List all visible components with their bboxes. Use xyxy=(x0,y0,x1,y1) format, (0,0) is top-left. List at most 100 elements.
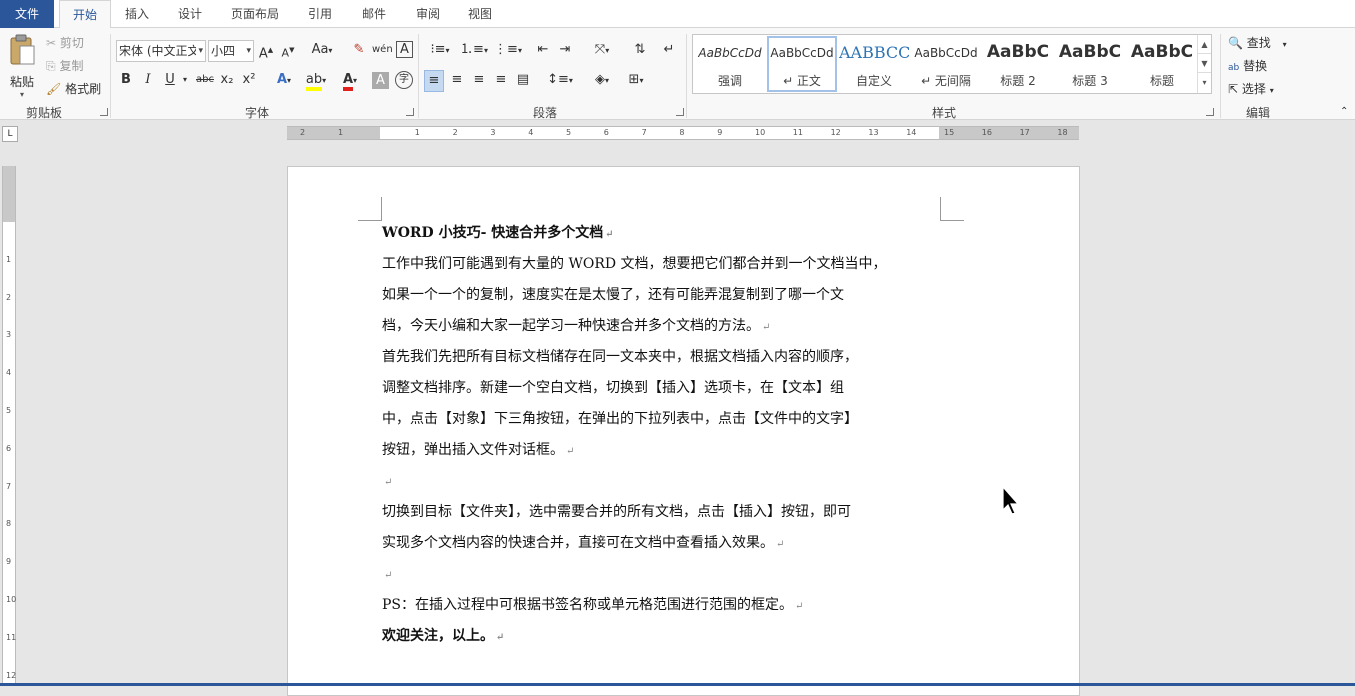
bold-button[interactable]: B xyxy=(118,70,134,92)
document-page[interactable]: WORD 小技巧- 快速合并多个文档 ↵ 工作中我们可能遇到有大量的 WORD 文… xyxy=(287,166,1080,696)
ruler-number: 5 xyxy=(566,128,572,137)
highlight-button[interactable]: ab▾ xyxy=(302,70,330,92)
paste-label: 粘贴 xyxy=(9,75,34,89)
document-line: 欢迎关注，以上。 ↵ xyxy=(382,628,505,644)
tab-view[interactable]: 视图 xyxy=(460,0,500,28)
chevron-down-icon: ▾ xyxy=(196,41,203,61)
document-line: 如果一个一个的复制，速度实在是太慢了，还有可能弄混复制到了哪一个文 xyxy=(382,287,844,303)
justify-button[interactable]: ≡ xyxy=(492,70,510,92)
style-normal[interactable]: AaBbCcDd ↵ 正文 xyxy=(767,36,837,92)
tab-file[interactable]: 文件 xyxy=(0,0,54,28)
enclose-char-icon[interactable]: 字 xyxy=(395,71,413,89)
paragraph-mark-icon: ↵ xyxy=(762,322,771,333)
char-border-icon[interactable]: A xyxy=(396,41,413,58)
increase-indent-icon[interactable]: ⇥ xyxy=(556,40,574,62)
replace-button[interactable]: ab 替换 xyxy=(1228,57,1267,74)
superscript-button[interactable]: x² xyxy=(240,70,258,92)
ruler-number: 10 xyxy=(755,128,766,137)
select-button[interactable]: ⇱ 选择 ▾ xyxy=(1228,80,1274,97)
clear-format-icon[interactable]: ✎ xyxy=(350,40,368,62)
ruler-number: 8 xyxy=(6,519,12,529)
italic-button[interactable]: I xyxy=(140,70,156,92)
tab-design[interactable]: 设计 xyxy=(170,0,210,28)
chevron-up-icon[interactable]: ▲ xyxy=(1198,35,1211,54)
shrink-font-button[interactable]: A▼ xyxy=(280,40,296,62)
separator xyxy=(1220,34,1221,118)
chevron-down-icon: ▾ xyxy=(1282,40,1287,49)
font-name-value: 宋体 (中文正文 xyxy=(119,44,200,58)
strikethrough-button[interactable]: abc xyxy=(194,70,216,92)
style-heading-3[interactable]: AaBbC 标题 3 xyxy=(1055,36,1125,92)
style-name: 标题 2 xyxy=(1000,74,1036,88)
align-center-button[interactable]: ≡ xyxy=(448,70,466,92)
paragraph-mark-icon: ↵ xyxy=(605,229,614,240)
separator xyxy=(418,34,419,118)
expand-icon[interactable]: ▾ xyxy=(1198,73,1211,92)
font-color-button[interactable]: A▾ xyxy=(336,70,364,92)
tab-selector-icon[interactable]: L xyxy=(2,126,18,142)
tab-layout[interactable]: 页面布局 xyxy=(224,0,286,28)
ruler-number: 2 xyxy=(300,128,306,137)
ruler-number: 6 xyxy=(603,128,609,137)
char-shading-icon[interactable]: A xyxy=(372,72,389,89)
phonetic-guide-icon[interactable]: wén xyxy=(372,40,393,62)
paste-button[interactable]: 粘贴 ▾ xyxy=(6,34,38,99)
separator xyxy=(110,34,111,118)
style-name: 标题 xyxy=(1149,74,1174,88)
style-preview: AaBbCcDd xyxy=(914,46,978,60)
document-line: 首先我们先把所有目标文档储存在同一文本夹中，根据文档插入内容的顺序， xyxy=(382,349,858,365)
find-button[interactable]: 🔍 查找 ▾ xyxy=(1228,34,1287,51)
styles-gallery: AaBbCcDd 强调 AaBbCcDd ↵ 正文 AABBCC 自定义 AaB… xyxy=(692,34,1212,94)
collapse-ribbon-icon[interactable]: ⌃ xyxy=(1340,106,1348,117)
change-case-button[interactable]: Aa▾ xyxy=(308,40,336,62)
cut-button[interactable]: ✂ 剪切 xyxy=(46,34,84,51)
tab-mailings[interactable]: 邮件 xyxy=(354,0,394,28)
show-marks-icon[interactable]: ↵ xyxy=(660,40,678,62)
clipboard-launcher-icon[interactable] xyxy=(100,108,108,116)
horizontal-ruler[interactable]: 2 1 1 2 3 4 5 6 7 8 9 10 11 12 13 14 15 16 17 18 xyxy=(287,126,1079,140)
ruler-number: 9 xyxy=(717,128,723,137)
underline-button[interactable]: U xyxy=(162,70,178,92)
ruler-number: 2 xyxy=(6,292,12,302)
style-no-spacing[interactable]: AaBbCcDd ↵ 无间隔 xyxy=(911,36,981,92)
vertical-ruler[interactable]: 1 2 3 4 5 6 7 8 9 10 11 12 xyxy=(2,166,16,686)
ruler-number: 4 xyxy=(528,128,534,137)
borders-button[interactable]: ⊞▾ xyxy=(622,70,650,92)
tab-home[interactable]: 开始 xyxy=(59,0,111,29)
format-painter-button[interactable]: 🖌 格式刷 xyxy=(46,80,101,97)
asian-layout-icon[interactable]: ⤧▾ xyxy=(588,40,616,62)
decrease-indent-icon[interactable]: ⇤ xyxy=(534,40,552,62)
paragraph-launcher-icon[interactable] xyxy=(676,108,684,116)
chevron-down-icon[interactable]: ▼ xyxy=(1198,54,1211,73)
shading-button[interactable]: ◈▾ xyxy=(588,70,616,92)
font-name-combo[interactable]: 宋体 (中文正文 ▾ xyxy=(116,40,206,62)
tab-insert[interactable]: 插入 xyxy=(118,0,156,28)
grow-font-button[interactable]: A▲ xyxy=(258,40,274,62)
distributed-button[interactable]: ▤ xyxy=(514,70,532,92)
tab-review[interactable]: 审阅 xyxy=(408,0,448,28)
style-custom[interactable]: AABBCC 自定义 xyxy=(839,36,909,92)
replace-icon: ab xyxy=(1228,63,1240,73)
styles-scroll[interactable]: ▲ ▼ ▾ xyxy=(1197,35,1211,93)
align-right-button[interactable]: ≡ xyxy=(470,70,488,92)
copy-button[interactable]: ⎘ 复制 xyxy=(46,57,83,74)
styles-launcher-icon[interactable] xyxy=(1206,108,1214,116)
multilevel-list-button[interactable]: ⋮≡▾ xyxy=(494,40,522,62)
line-spacing-button[interactable]: ↕≡▾ xyxy=(546,70,574,92)
font-size-combo[interactable]: 小四 ▾ xyxy=(208,40,254,62)
font-launcher-icon[interactable] xyxy=(406,108,414,116)
align-left-button[interactable]: ≡ xyxy=(424,70,444,92)
chevron-down-icon[interactable]: ▾ xyxy=(180,70,190,92)
style-emphasis[interactable]: AaBbCcDd 强调 xyxy=(695,36,765,92)
tab-references[interactable]: 引用 xyxy=(300,0,340,28)
sort-icon[interactable]: ⇅ xyxy=(630,40,650,62)
subscript-button[interactable]: x₂ xyxy=(218,70,236,92)
paragraph-mark-icon: ↵ xyxy=(776,539,785,550)
style-name: ↵ 正文 xyxy=(783,74,821,88)
style-title[interactable]: AaBbC 标题 xyxy=(1127,36,1197,92)
bullets-button[interactable]: ⁝≡▾ xyxy=(426,40,454,62)
ruler-number: 11 xyxy=(6,632,17,642)
text-effects-icon[interactable]: A▾ xyxy=(272,70,296,92)
numbering-button[interactable]: ⒈≡▾ xyxy=(460,40,488,62)
style-heading-2[interactable]: AaBbC 标题 2 xyxy=(983,36,1053,92)
